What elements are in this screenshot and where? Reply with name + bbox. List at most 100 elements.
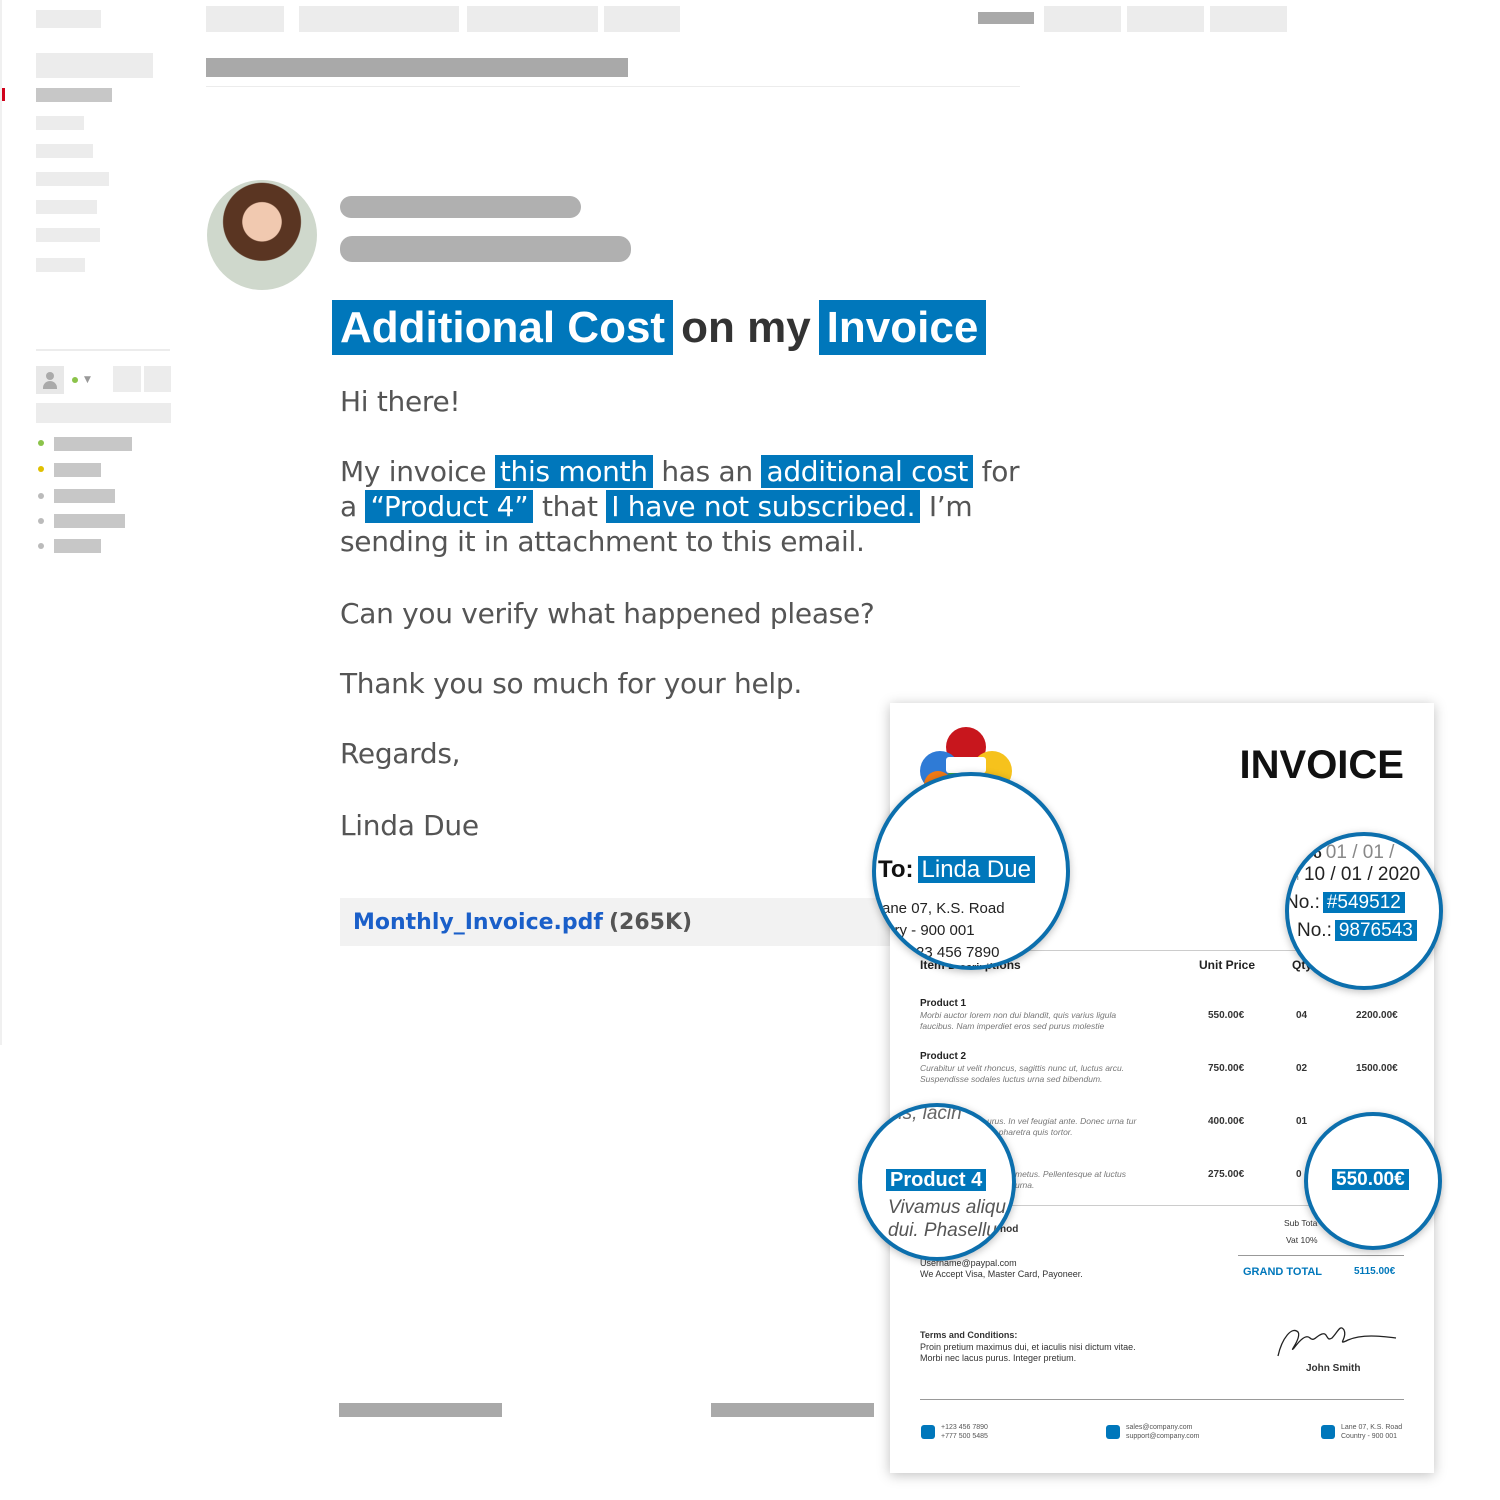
status-online-icon — [72, 377, 78, 383]
contact-placeholder[interactable] — [54, 539, 101, 553]
contact-placeholder[interactable] — [54, 437, 132, 451]
sidebar-item-placeholder[interactable] — [36, 88, 112, 102]
forward-button-placeholder[interactable] — [711, 1403, 874, 1417]
email-paragraph: My invoice this month has an additional … — [340, 454, 1020, 559]
mag-no-label: No.: — [1285, 892, 1320, 913]
sidebar-item-placeholder[interactable] — [36, 116, 84, 130]
toolbar-button-placeholder[interactable] — [1044, 6, 1121, 32]
mag-prod-desc: dui. Phasellus — [888, 1220, 1007, 1241]
reply-button-placeholder[interactable] — [339, 1403, 502, 1417]
item-total: 1500.00€ — [1356, 1063, 1398, 1074]
item-name: Product 1 — [920, 998, 967, 1009]
status-online-icon — [38, 440, 44, 446]
magnifier-product: ns, lacin Product 4 Vivamus aliqu dui. P… — [858, 1103, 1016, 1261]
body-highlight: additional cost — [761, 455, 974, 488]
footer-rule — [920, 1399, 1404, 1400]
item-price: 750.00€ — [1208, 1063, 1245, 1074]
magnifier-recipient: To: Linda Due ane 07, K.S. Road ntry - 90… — [872, 772, 1070, 970]
col-header-unit-price: Unit Price — [1199, 958, 1256, 972]
mag-to-address: ane 07, K.S. Road — [882, 900, 1005, 917]
mag-no-line0: Invo 01 / 01 / — [1293, 842, 1394, 864]
signature-icon — [1277, 1327, 1397, 1357]
mag-invoice-number: #549512 — [1322, 892, 1405, 913]
attachment-link[interactable]: Monthly_Invoice.pdf — [353, 910, 603, 935]
body-highlight: “Product 4” — [365, 490, 534, 523]
footer-address-2: Country - 900 001 — [1341, 1433, 1398, 1440]
attachment-bar[interactable]: Monthly_Invoice.pdf (265K) — [340, 898, 900, 946]
contact-placeholder[interactable] — [54, 463, 101, 477]
mag-price-value: 550.00€ — [1332, 1169, 1409, 1190]
item-qty: 02 — [1296, 1063, 1308, 1074]
body-text: My invoice — [340, 455, 487, 488]
sidebar-item-placeholder[interactable] — [36, 228, 100, 242]
body-highlight: this month — [494, 455, 653, 488]
search-placeholder[interactable] — [36, 403, 171, 423]
grand-total-value: 5115.00€ — [1354, 1266, 1396, 1277]
grand-total-label: GRAND TOTAL — [1243, 1266, 1323, 1278]
magnifier-price: 550.00€ — [1304, 1112, 1442, 1250]
invoice-title: INVOICE — [1239, 743, 1404, 787]
item-name: Product 2 — [920, 1051, 967, 1062]
contact-placeholder[interactable] — [54, 489, 115, 503]
footer-email-2: support@company.com — [1126, 1433, 1200, 1440]
terms-text: Proin pretium maximus dui, et iaculis ni… — [920, 1342, 1136, 1352]
mag-no-line1: No.: #549512 — [1285, 892, 1405, 914]
compose-button-placeholder[interactable] — [36, 53, 153, 78]
item-price: 275.00€ — [1208, 1169, 1245, 1180]
toolbar-button-placeholder[interactable] — [144, 366, 171, 392]
toolbar-button-placeholder[interactable] — [299, 6, 459, 32]
sidebar-item-placeholder[interactable] — [36, 200, 97, 214]
body-text: that — [541, 490, 598, 523]
toolbar-button-placeholder[interactable] — [604, 6, 680, 32]
toolbar-button-placeholder[interactable] — [1210, 6, 1287, 32]
mag-to-line: To: Linda Due — [878, 856, 1035, 884]
toolbar-button-placeholder[interactable] — [113, 366, 141, 392]
body-highlight: I have not subscribed. — [606, 490, 921, 523]
attachment-size: (265K) — [608, 909, 693, 935]
subject-highlight: Invoice — [818, 300, 987, 355]
logo-placeholder — [36, 10, 101, 28]
mag-prod-desc: Vivamus aliqu — [888, 1197, 1006, 1218]
sidebar-item-placeholder[interactable] — [36, 144, 93, 158]
mag-to-phone: 23 456 7890 — [916, 944, 1000, 961]
terms-text: Morbi nec lacus purus. Integer pretium. — [920, 1353, 1077, 1363]
sidebar-divider — [36, 349, 170, 351]
contact-placeholder[interactable] — [54, 514, 125, 528]
item-desc: Morbi auctor lorem non dui blandit, quis… — [920, 1010, 1117, 1031]
sidebar-item-placeholder[interactable] — [36, 172, 109, 186]
email-subject: Additional Cost on my Invoice — [332, 300, 987, 355]
toolbar-button-placeholder[interactable] — [467, 6, 598, 32]
sidebar-item-placeholder[interactable] — [36, 258, 85, 272]
phone-icon — [921, 1425, 935, 1439]
mag-no-prefix: In — [1292, 873, 1299, 882]
header-divider — [206, 86, 1020, 87]
mag-to-label: To: — [878, 856, 914, 883]
toolbar-button-placeholder[interactable] — [206, 6, 284, 32]
toolbar-button-placeholder[interactable] — [1127, 6, 1204, 32]
footer-email: sales@company.com support@company.com — [1126, 1423, 1200, 1441]
sender-email-placeholder — [340, 236, 631, 262]
mag-price-line: 550.00€ — [1332, 1169, 1409, 1191]
mag-prod-top: ns, lacin — [892, 1103, 962, 1124]
footer-phone: +123 456 7890 +777 500 5485 — [941, 1423, 988, 1441]
email-header-placeholder — [206, 58, 628, 77]
mag-no-date: 10 / 01 / 2020 — [1303, 864, 1421, 885]
footer-phone-1: +123 456 7890 — [941, 1424, 988, 1431]
mag-prod-name-line: Product 4 — [886, 1169, 987, 1192]
mag-no-date-line: In 10 / 01 / 2020 — [1292, 864, 1420, 886]
status-offline-icon — [38, 493, 44, 499]
chevron-down-icon[interactable]: ▼ — [84, 375, 91, 385]
magnifier-invoice-number: Invo 01 / 01 / In 10 / 01 / 2020 No.: #549… — [1285, 832, 1443, 990]
email-greeting: Hi there! — [340, 385, 461, 418]
active-indicator — [2, 88, 5, 101]
footer-address: Lane 07, K.S. Road Country - 900 001 — [1341, 1423, 1402, 1441]
total-rule — [1238, 1255, 1404, 1256]
status-away-icon — [38, 466, 44, 472]
mag-no-label: No.: — [1297, 920, 1332, 941]
item-qty: 01 — [1296, 1116, 1308, 1127]
mag-no-invo: Invo — [1293, 845, 1322, 861]
mag-account-number: 9876543 — [1334, 920, 1417, 941]
mag-to-name: Linda Due — [917, 856, 1035, 883]
terms-title: Terms and Conditions: — [920, 1330, 1018, 1340]
user-icon[interactable] — [36, 366, 64, 394]
